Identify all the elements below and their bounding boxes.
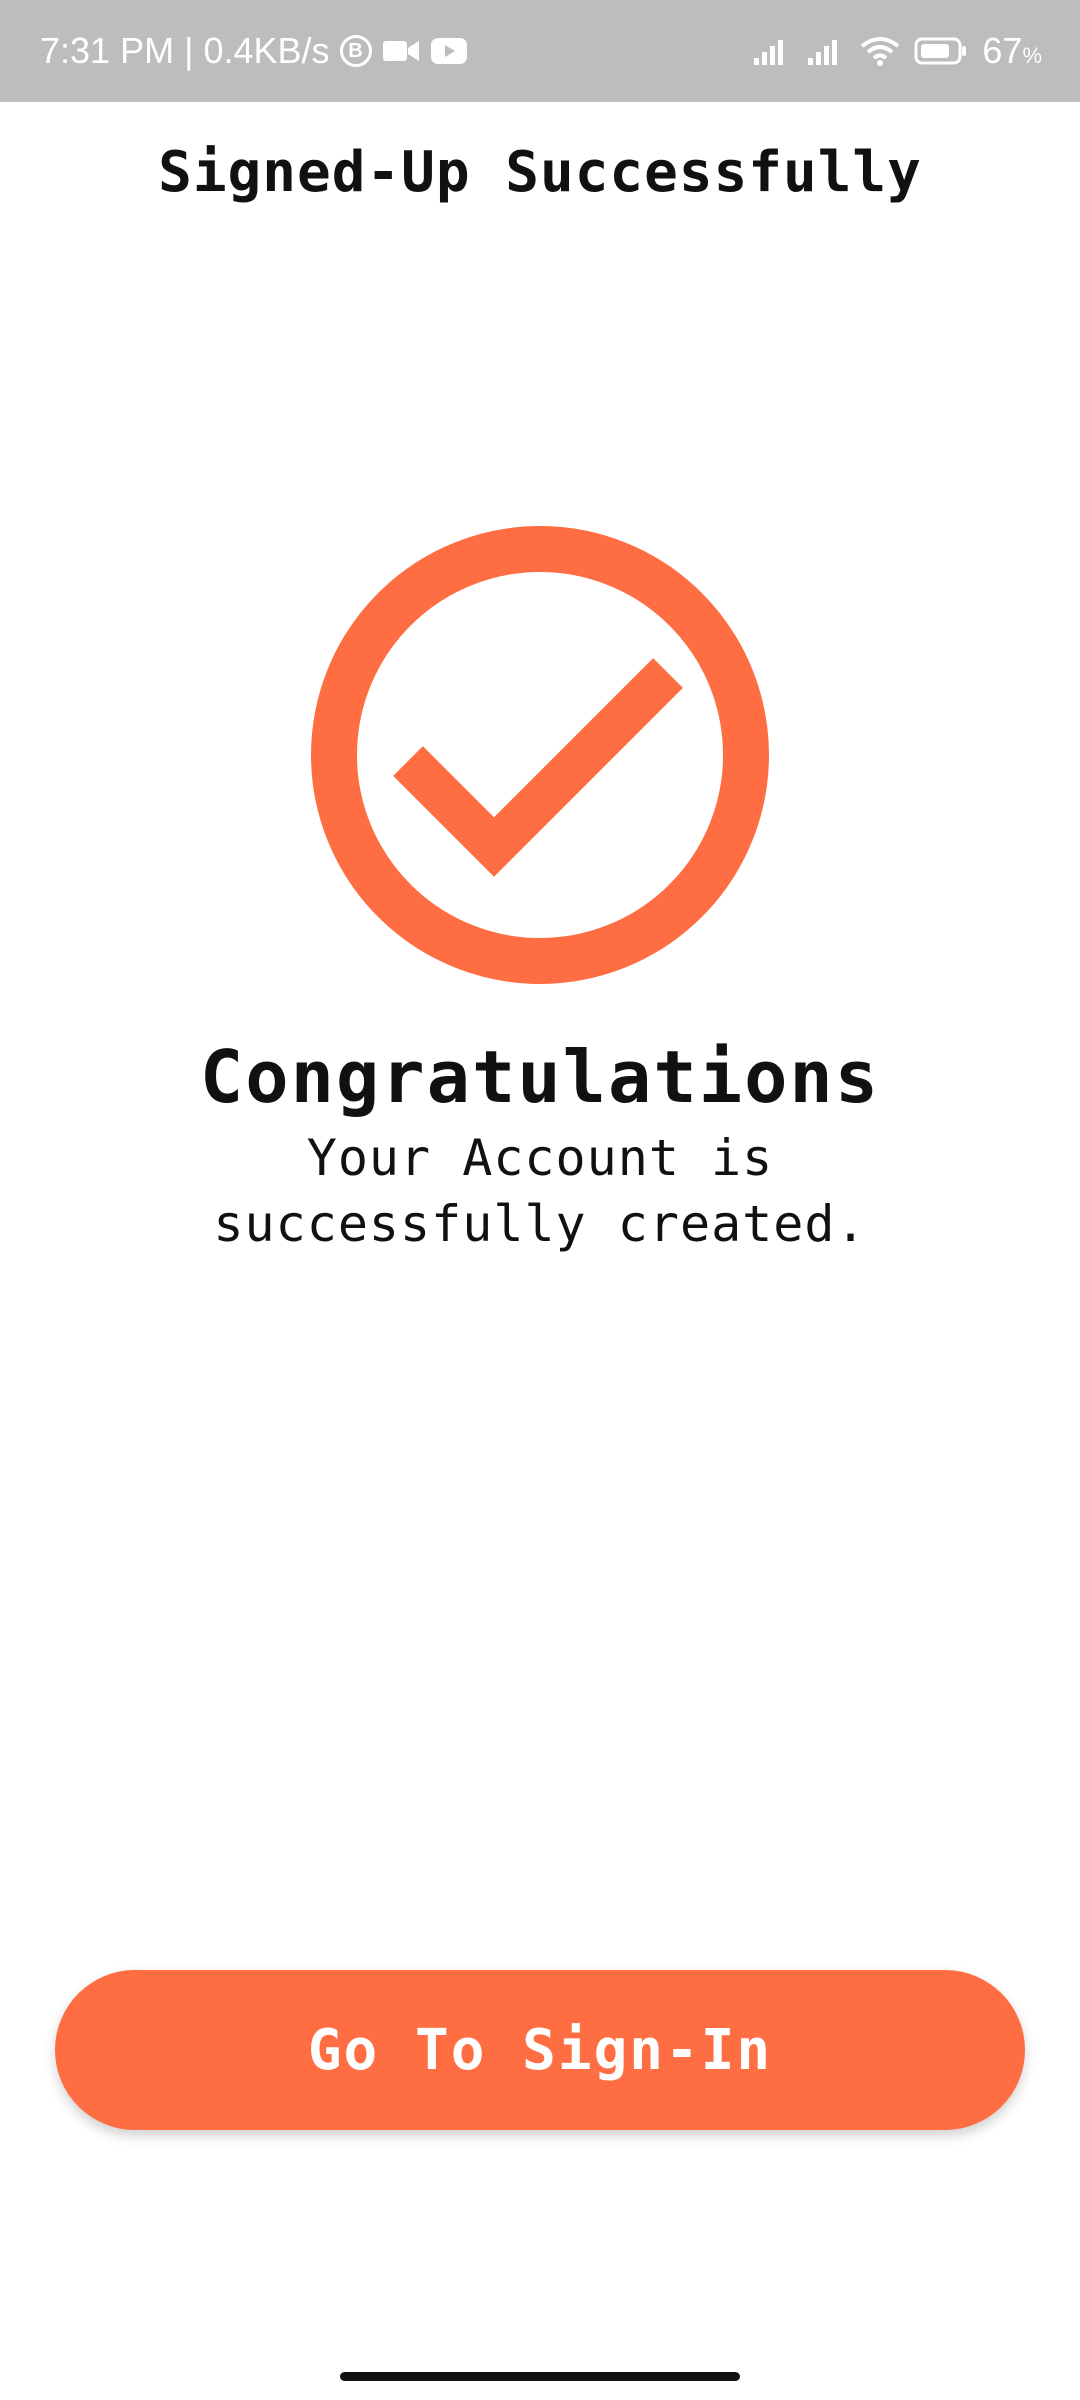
video-camera-icon <box>382 38 420 64</box>
wifi-icon <box>860 36 900 66</box>
go-to-sign-in-button[interactable]: Go To Sign-In <box>55 1970 1025 2130</box>
page-title: Signed-Up Successfully <box>158 140 922 205</box>
youtube-icon <box>430 37 468 65</box>
status-bar: 7:31 PM | 0.4KB/s B 67% <box>0 0 1080 102</box>
battery-icon <box>914 36 968 66</box>
network-speed: 0.4KB/s <box>203 30 330 71</box>
status-separator: | <box>184 30 194 71</box>
status-left: 7:31 PM | 0.4KB/s B <box>40 0 468 102</box>
signal-icon <box>752 36 792 66</box>
check-circle-icon <box>310 525 770 985</box>
signal-icon-secondary <box>806 36 846 66</box>
status-time: 7:31 PM <box>40 30 175 71</box>
business-badge-icon: B <box>339 35 372 67</box>
battery-level: 67% <box>982 30 1042 71</box>
status-right: 67% <box>752 0 1042 102</box>
home-indicator[interactable] <box>340 2372 740 2381</box>
congratulations-heading: Congratulations <box>199 1035 881 1119</box>
success-message: Your Account is successfully created. <box>213 1129 867 1253</box>
